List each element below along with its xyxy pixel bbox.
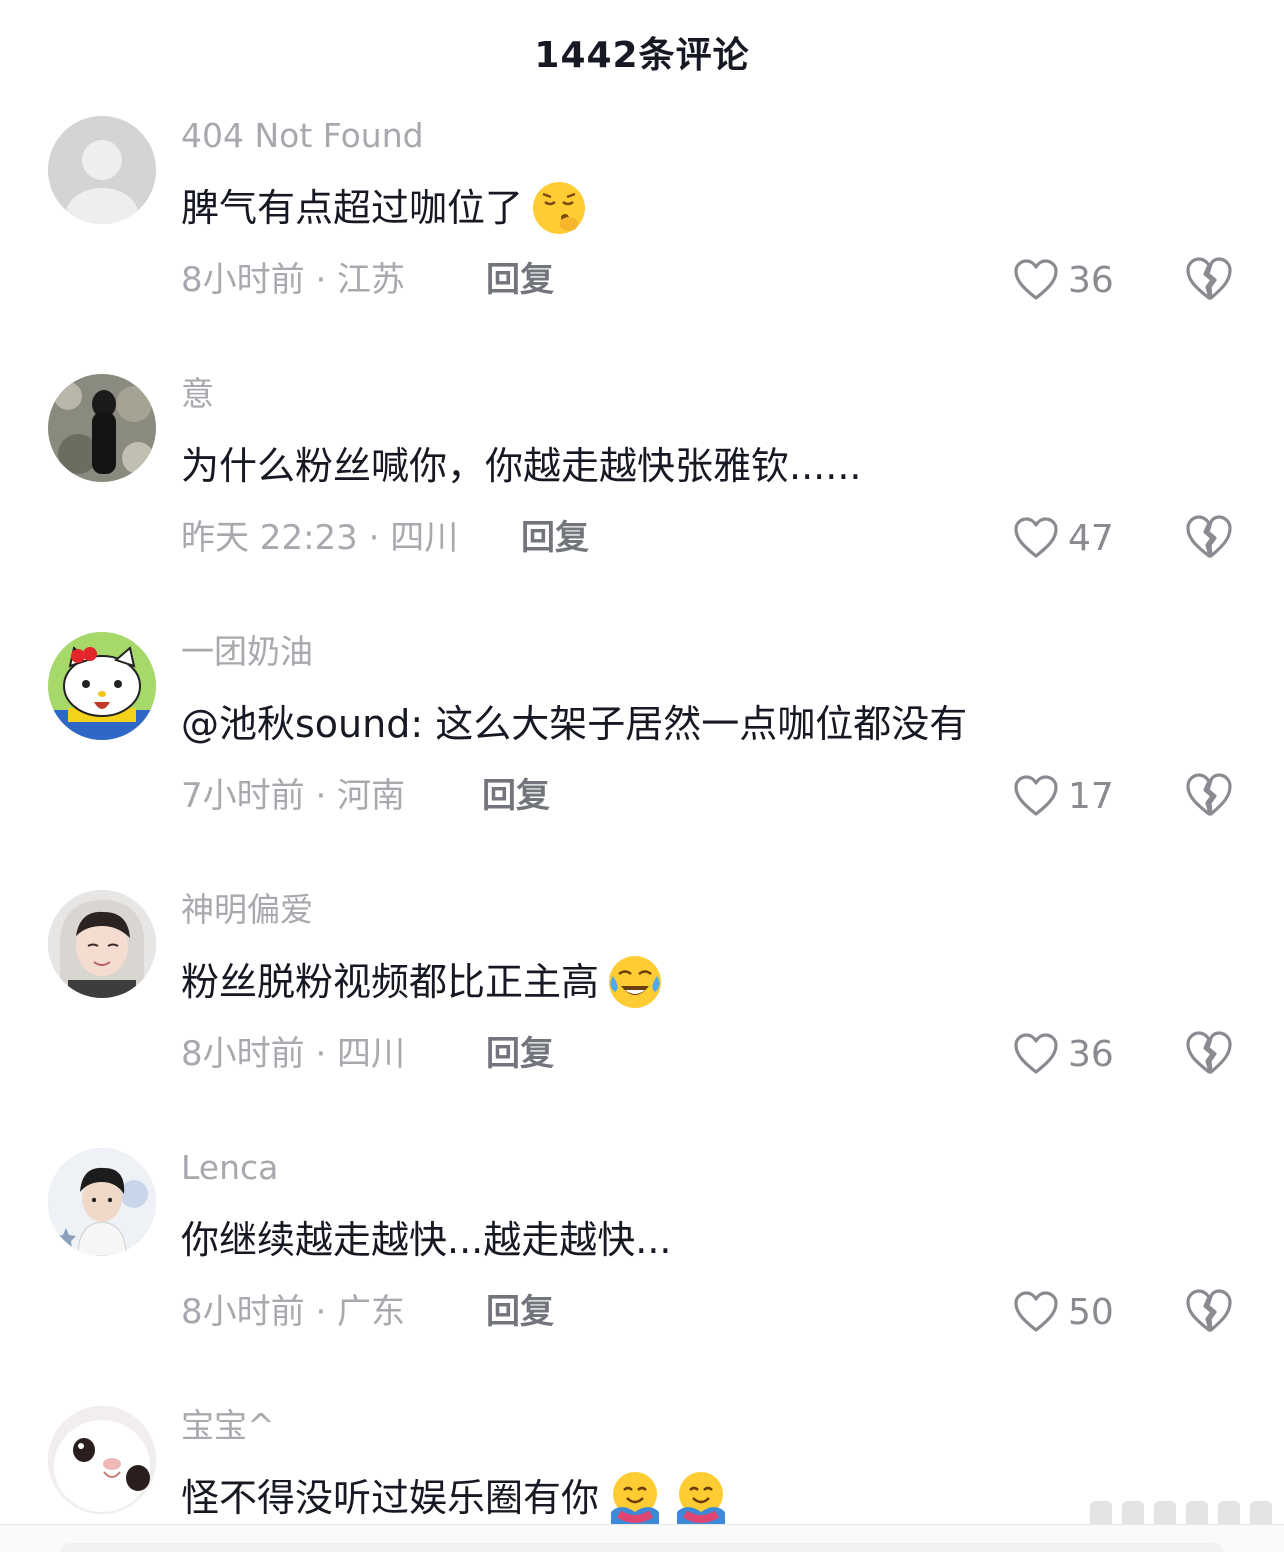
avatar[interactable] (48, 374, 156, 482)
comment-text-body: 为什么粉丝喊你，你越走越快张雅钦...... (181, 444, 862, 488)
comment-item: 一团奶油 @池秋sound: 这么大架子居然一点咖位都没有 7小时前 · 河南 … (0, 620, 1284, 878)
cat-avatar-icon (48, 1406, 156, 1514)
avatar[interactable] (48, 116, 156, 224)
broken-heart-icon[interactable] (1184, 254, 1234, 304)
comment-input[interactable] (60, 1543, 1224, 1552)
loudly-crying-laughing-emoji-icon (605, 952, 665, 1012)
heart-icon (1014, 1033, 1058, 1074)
broken-heart-icon[interactable] (1184, 512, 1234, 562)
comment-item: 404 Not Found 脾气有点超过咖位了 8小时前 · 江苏 回复 36 (0, 104, 1284, 362)
like-count: 36 (1068, 1033, 1114, 1075)
like-button[interactable]: 47 (1012, 512, 1114, 564)
reply-button[interactable]: 回复 (486, 258, 554, 302)
heart-icon (1014, 775, 1058, 816)
reply-button[interactable]: 回复 (486, 1290, 554, 1334)
comment-meta: 8小时前 · 江苏 (181, 260, 406, 300)
like-button[interactable]: 50 (1012, 1286, 1114, 1338)
reply-button[interactable]: 回复 (482, 774, 550, 818)
avatar[interactable] (48, 890, 156, 998)
username[interactable]: 宝宝^ (181, 1406, 275, 1446)
username[interactable]: 一团奶油 (181, 632, 313, 672)
broken-heart-icon[interactable] (1184, 1286, 1234, 1336)
heart-icon (1014, 1291, 1058, 1332)
avatar[interactable] (48, 1406, 156, 1514)
comment-text-body: 粉丝脱粉视频都比正主高 (181, 960, 600, 1004)
portrait-avatar-icon (48, 890, 156, 998)
like-count: 50 (1068, 1291, 1114, 1333)
portrait-avatar-2-icon (48, 1148, 156, 1256)
comment-meta: 8小时前 · 四川 (181, 1034, 406, 1074)
avatar[interactable] (48, 632, 156, 740)
broken-heart-icon[interactable] (1184, 770, 1234, 820)
hugging-face-emoji-icon (671, 1468, 731, 1528)
comment-text: 怪不得没听过娱乐圈有你 (181, 1470, 731, 1526)
bottom-input-bar (0, 1524, 1284, 1552)
comment-text: @池秋sound: 这么大架子居然一点咖位都没有 (181, 696, 967, 752)
comment-item: Lenca 你继续越走越快...越走越快... 8小时前 · 广东 回复 50 (0, 1136, 1284, 1394)
like-button[interactable]: 36 (1012, 254, 1114, 306)
comment-text-body: @池秋sound: 这么大架子居然一点咖位都没有 (181, 702, 968, 746)
heart-icon (1014, 259, 1058, 300)
comments-header: 1442条评论 (0, 0, 1284, 104)
reply-button[interactable]: 回复 (521, 516, 589, 560)
reply-button[interactable]: 回复 (486, 1032, 554, 1076)
username[interactable]: 404 Not Found (181, 116, 424, 156)
broken-heart-icon[interactable] (1184, 1028, 1234, 1078)
comment-meta: 8小时前 · 广东 (181, 1292, 406, 1332)
pensive-shush-face-emoji-icon (529, 178, 589, 238)
hello-kitty-avatar-icon (48, 632, 156, 740)
comment-text-body: 脾气有点超过咖位了 (181, 186, 524, 230)
comment-item: 神明偏爱 粉丝脱粉视频都比正主高 8小时前 · 四川 回复 36 (0, 878, 1284, 1136)
comment-text: 你继续越走越快...越走越快... (181, 1212, 671, 1268)
like-button[interactable]: 17 (1012, 770, 1114, 822)
comment-item: 意 为什么粉丝喊你，你越走越快张雅钦...... 昨天 22:23 · 四川 回… (0, 362, 1284, 620)
comment-count-title: 1442条评论 (534, 35, 750, 76)
like-count: 17 (1068, 775, 1114, 817)
username[interactable]: 意 (181, 374, 214, 414)
default-avatar-icon (48, 116, 156, 224)
like-button[interactable]: 36 (1012, 1028, 1114, 1080)
username[interactable]: Lenca (181, 1148, 278, 1188)
comment-text-body: 你继续越走越快...越走越快... (181, 1218, 672, 1262)
like-count: 47 (1068, 517, 1114, 559)
photo-avatar-icon (48, 374, 156, 482)
comment-text-body: 怪不得没听过娱乐圈有你 (181, 1476, 600, 1520)
username[interactable]: 神明偏爱 (181, 890, 313, 930)
hugging-face-emoji-icon (605, 1468, 665, 1528)
comment-text: 脾气有点超过咖位了 (181, 180, 589, 236)
heart-icon (1014, 517, 1058, 558)
avatar[interactable] (48, 1148, 156, 1256)
comment-text: 为什么粉丝喊你，你越走越快张雅钦...... (181, 438, 861, 494)
comment-text: 粉丝脱粉视频都比正主高 (181, 954, 665, 1010)
comment-meta: 7小时前 · 河南 (181, 776, 406, 816)
comment-list: 404 Not Found 脾气有点超过咖位了 8小时前 · 江苏 回复 36 (0, 104, 1284, 1552)
like-count: 36 (1068, 259, 1114, 301)
comment-meta: 昨天 22:23 · 四川 (181, 518, 459, 558)
